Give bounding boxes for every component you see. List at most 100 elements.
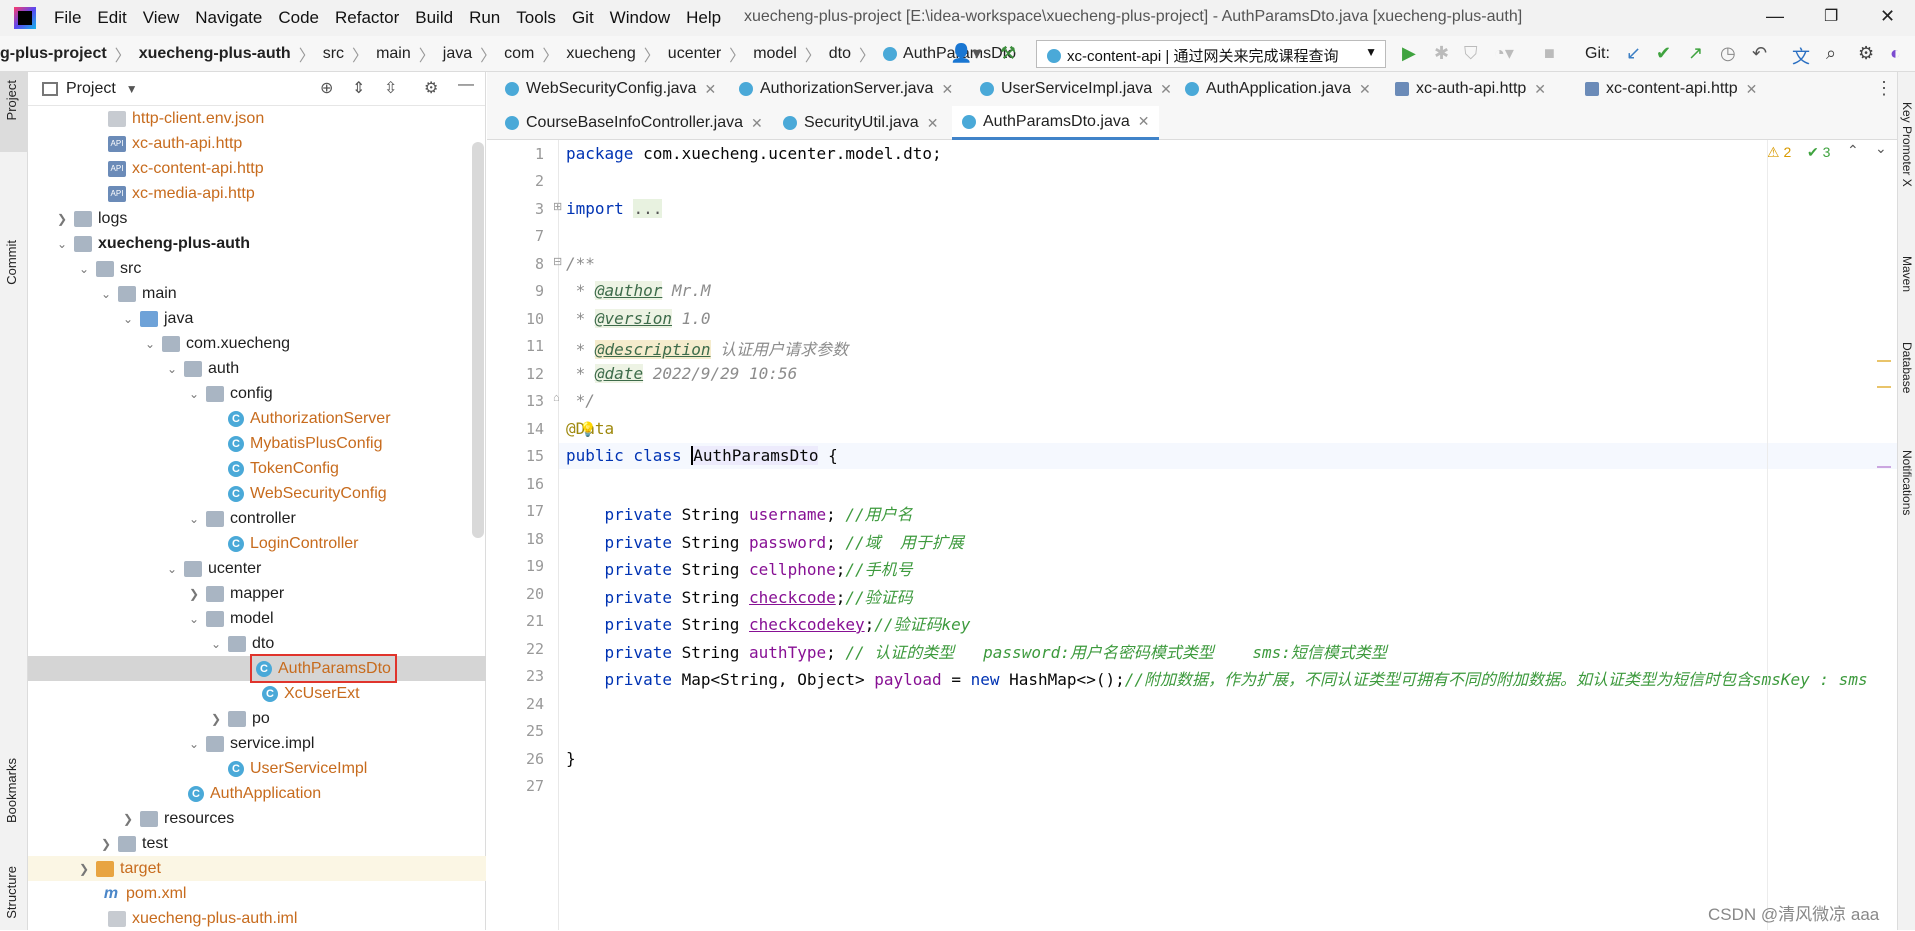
expand-all-icon[interactable]: ⇕	[352, 78, 365, 98]
fold-icon[interactable]: ⌂	[553, 392, 560, 404]
tree-item-auth[interactable]: ⌄ auth	[28, 356, 486, 381]
breadcrumb-item[interactable]: xuecheng	[566, 45, 635, 63]
menu-help[interactable]: Help	[686, 8, 721, 28]
chevron-down-icon[interactable]: ⌄	[164, 562, 180, 576]
warnings-indicator[interactable]: ⚠ 2	[1767, 144, 1791, 161]
tree-item-pom-xml[interactable]: m pom.xml	[28, 881, 486, 906]
breadcrumb-item[interactable]: model	[753, 45, 797, 63]
tree-item-tokenconfig[interactable]: C TokenConfig	[28, 456, 486, 481]
tree-item-mybatisplusconfig[interactable]: C MybatisPlusConfig	[28, 431, 486, 456]
chevron-right-icon[interactable]: ❯	[76, 862, 92, 876]
tree-item-iml[interactable]: xuecheng-plus-auth.iml	[28, 906, 486, 931]
chevron-right-icon[interactable]: ❯	[186, 587, 202, 601]
chevron-down-icon[interactable]: ⌄	[120, 312, 136, 326]
tree-item-resources[interactable]: ❯ resources	[28, 806, 486, 831]
tree-item-mapper[interactable]: ❯ mapper	[28, 581, 486, 606]
tree-item-ucenter[interactable]: ⌄ ucenter	[28, 556, 486, 581]
chevron-down-icon[interactable]: ⌄	[186, 387, 202, 401]
close-icon[interactable]: ✕	[1534, 81, 1546, 98]
stripe-key-promoter[interactable]: Key Promoter X	[1900, 102, 1914, 187]
close-icon[interactable]: ✕	[1880, 6, 1895, 27]
breadcrumb-item[interactable]: dto	[829, 45, 851, 63]
stripe-structure[interactable]: Structure	[4, 866, 19, 919]
breadcrumb-item[interactable]: java	[443, 45, 472, 63]
tree-item-dto[interactable]: ⌄ dto	[28, 631, 486, 656]
locate-icon[interactable]: ⊕	[320, 78, 333, 98]
git-push-icon[interactable]: ↗	[1688, 43, 1703, 64]
chevron-down-icon[interactable]: ⌄	[164, 362, 180, 376]
chevron-down-icon[interactable]: ⌄	[186, 512, 202, 526]
tree-item-model[interactable]: ⌄ model	[28, 606, 486, 631]
close-icon[interactable]: ✕	[751, 115, 763, 132]
ok-indicator[interactable]: ✔ 3	[1807, 144, 1830, 161]
fold-icon[interactable]: ⊟	[553, 255, 562, 268]
tab-authparamsdto[interactable]: AuthParamsDto.java ✕	[952, 106, 1160, 140]
stripe-notifications[interactable]: Notifications	[1900, 450, 1914, 515]
tab-userserviceimpl[interactable]: UserServiceImpl.java ✕	[970, 72, 1182, 106]
plugin-icon[interactable]: ◐	[1890, 43, 1901, 64]
run-icon[interactable]: ▶	[1402, 43, 1416, 64]
hide-icon[interactable]: —	[458, 76, 474, 94]
stop-icon[interactable]: ■	[1544, 43, 1555, 64]
breadcrumb-item[interactable]: src	[323, 45, 344, 63]
tree-item-http-client-env[interactable]: http-client.env.json	[28, 106, 486, 131]
gear-icon[interactable]: ⚙	[424, 78, 438, 98]
more-tabs-icon[interactable]: ⋮	[1875, 78, 1893, 99]
warning-stripe-mark[interactable]	[1877, 360, 1891, 362]
breadcrumb-item[interactable]: xuecheng-plus-auth	[139, 45, 291, 63]
run-config-select[interactable]: xc-content-api | 通过网关来完成课程查询 ▼	[1036, 40, 1386, 68]
menu-edit[interactable]: Edit	[97, 8, 126, 28]
code-editor[interactable]: 1 2 3 7 8 9 10 11 12 13 14 15 16 17 18 1…	[487, 140, 1897, 930]
warning-stripe-mark[interactable]	[1877, 386, 1891, 388]
close-icon[interactable]: ✕	[927, 115, 939, 132]
profile-icon[interactable]: ◔▾	[1494, 43, 1514, 64]
intention-bulb-icon[interactable]: 💡	[579, 421, 596, 438]
stripe-maven[interactable]: Maven	[1900, 256, 1914, 292]
debug-icon[interactable]: ✱	[1434, 43, 1449, 64]
tab-xc-auth-api[interactable]: xc-auth-api.http ✕	[1385, 72, 1556, 106]
menu-view[interactable]: View	[143, 8, 180, 28]
chevron-down-icon[interactable]: ⌄	[208, 637, 224, 651]
tree-item-authparamsdto[interactable]: C AuthParamsDto	[28, 654, 486, 683]
close-icon[interactable]: ✕	[1359, 81, 1371, 98]
menu-file[interactable]: File	[54, 8, 81, 28]
tree-item-xc-content-api[interactable]: API xc-content-api.http	[28, 156, 486, 181]
tree-item-xcuserext[interactable]: C XcUserExt	[28, 681, 486, 706]
tree-item-test[interactable]: ❯ test	[28, 831, 486, 856]
menu-navigate[interactable]: Navigate	[195, 8, 262, 28]
collapse-all-icon[interactable]: ⇳	[384, 78, 397, 98]
project-panel-title[interactable]: Project	[66, 80, 116, 98]
user-icon[interactable]: 👤▾	[950, 43, 981, 64]
restore-icon[interactable]: ❐	[1824, 6, 1838, 26]
breadcrumb-item[interactable]: com	[504, 45, 534, 63]
close-icon[interactable]: ✕	[1138, 113, 1150, 130]
tree-item-config[interactable]: ⌄ config	[28, 381, 486, 406]
close-icon[interactable]: ✕	[941, 81, 953, 98]
close-icon[interactable]: ✕	[1160, 81, 1172, 98]
chevron-down-icon[interactable]: ⌄	[186, 612, 202, 626]
tree-item-target[interactable]: ❯ target	[28, 856, 486, 881]
tree-item-com-xuecheng[interactable]: ⌄ com.xuecheng	[28, 331, 486, 356]
tree-item-websecurityconfig[interactable]: C WebSecurityConfig	[28, 481, 486, 506]
breadcrumb-item[interactable]: g-plus-project	[0, 45, 107, 63]
close-icon[interactable]: ✕	[704, 81, 716, 98]
stripe-bookmarks[interactable]: Bookmarks	[4, 758, 19, 823]
menu-window[interactable]: Window	[610, 8, 670, 28]
tree-item-xc-media-api[interactable]: API xc-media-api.http	[28, 181, 486, 206]
chevron-down-icon[interactable]: ⌄	[1875, 140, 1887, 157]
tree-item-logincontroller[interactable]: C LoginController	[28, 531, 486, 556]
chevron-up-icon[interactable]: ⌃	[1847, 142, 1859, 159]
chevron-right-icon[interactable]: ❯	[208, 712, 224, 726]
build-hammer-icon[interactable]: ⚒	[1000, 43, 1016, 64]
chevron-down-icon[interactable]: ▼	[126, 82, 138, 96]
close-icon[interactable]: ✕	[1746, 81, 1758, 98]
stripe-project[interactable]: Project	[4, 80, 19, 120]
tree-item-xc-auth-api[interactable]: API xc-auth-api.http	[28, 131, 486, 156]
tree-item-authorizationserver[interactable]: C AuthorizationServer	[28, 406, 486, 431]
chevron-right-icon[interactable]: ❯	[120, 812, 136, 826]
coverage-icon[interactable]: ⛉	[1464, 43, 1478, 64]
tree-item-xuecheng-plus-auth[interactable]: ⌄ xuecheng-plus-auth	[28, 231, 486, 256]
chevron-down-icon[interactable]: ⌄	[98, 287, 114, 301]
git-update-icon[interactable]: ↙	[1626, 43, 1641, 64]
chevron-right-icon[interactable]: ❯	[98, 837, 114, 851]
